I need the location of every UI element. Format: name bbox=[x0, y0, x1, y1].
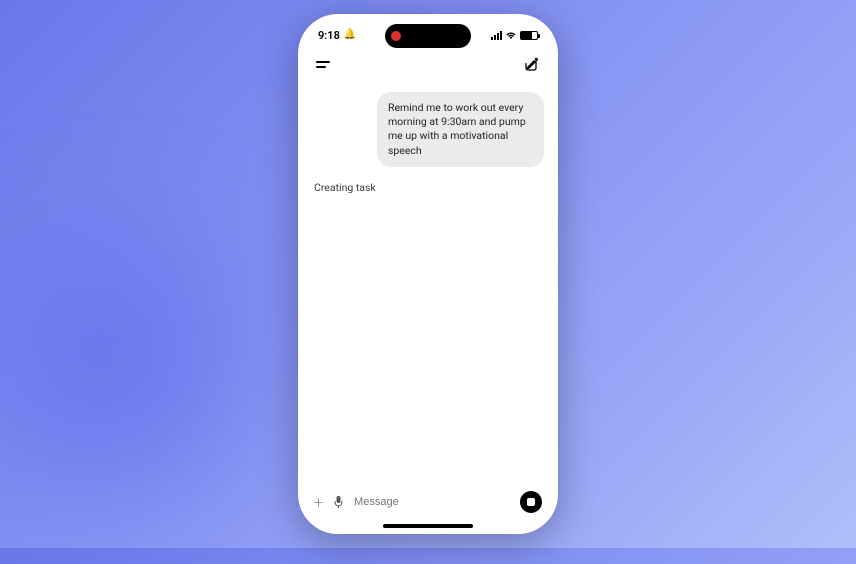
stop-icon bbox=[527, 498, 535, 506]
alarm-icon: 🔔 bbox=[344, 30, 356, 40]
dynamic-island bbox=[385, 24, 471, 48]
menu-icon[interactable] bbox=[316, 61, 330, 68]
cellular-signal-icon bbox=[491, 31, 502, 40]
phone-frame: 9:18 🔔 Remind me to work out every morni… bbox=[298, 14, 558, 534]
send-button[interactable] bbox=[520, 491, 542, 513]
app-navbar bbox=[298, 48, 558, 80]
user-message-text: Remind me to work out every morning at 9… bbox=[388, 101, 526, 157]
recording-indicator-icon bbox=[391, 31, 401, 41]
statusbar-right bbox=[491, 31, 538, 40]
battery-icon bbox=[520, 31, 538, 40]
clock: 9:18 bbox=[318, 29, 340, 42]
message-input[interactable] bbox=[354, 496, 510, 508]
assistant-status-text: Creating task bbox=[314, 181, 544, 194]
user-message-bubble: Remind me to work out every morning at 9… bbox=[377, 92, 544, 167]
compose-icon[interactable] bbox=[524, 56, 540, 72]
home-indicator[interactable] bbox=[383, 524, 473, 528]
wifi-icon bbox=[505, 31, 517, 40]
statusbar-left: 9:18 🔔 bbox=[318, 29, 356, 42]
chat-area: Remind me to work out every morning at 9… bbox=[298, 80, 558, 482]
input-bar: + bbox=[298, 482, 558, 524]
microphone-icon[interactable] bbox=[333, 495, 344, 509]
add-attachment-icon[interactable]: + bbox=[314, 493, 323, 512]
